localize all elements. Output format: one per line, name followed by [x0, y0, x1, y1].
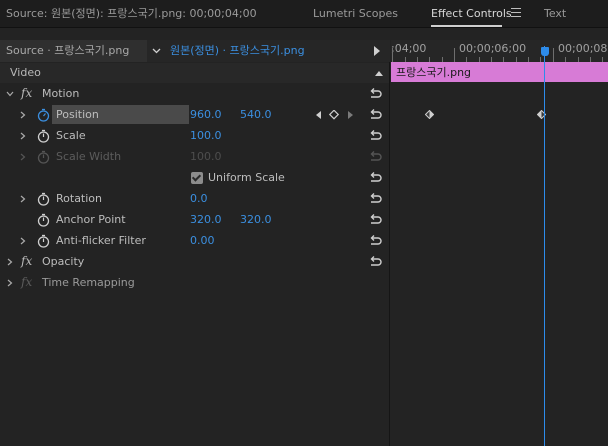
panel-tab-bar: Source: 원본(정면): 프랑스국기.png: 00;00;04;00 L…: [0, 0, 608, 28]
rotation-value[interactable]: 0.0: [190, 192, 208, 205]
active-tab-underline: [431, 25, 502, 27]
ruler-tick: [454, 48, 455, 62]
reset-icon[interactable]: [368, 171, 383, 184]
effect-row-time-remapping[interactable]: fx Time Remapping: [0, 273, 389, 294]
chevron-right-icon[interactable]: [18, 131, 28, 141]
property-label-anchor-point: Anchor Point: [56, 213, 126, 226]
effect-name-opacity: Opacity: [42, 255, 85, 268]
property-row-anchor-point: Anchor Point 320.0 320.0: [0, 210, 389, 231]
clip-bar-label: 프랑스국기.png: [396, 66, 472, 79]
tab-text[interactable]: Text: [544, 0, 566, 28]
chevron-right-icon[interactable]: [18, 236, 28, 246]
property-label-position: Position: [56, 108, 99, 121]
fx-icon: fx: [21, 275, 33, 289]
tab-effect-controls[interactable]: Effect Controls: [431, 0, 512, 28]
stopwatch-icon[interactable]: [37, 192, 50, 206]
scale-value[interactable]: 100.0: [190, 129, 222, 142]
timecode-label: 00;00;06;00: [459, 42, 527, 55]
effect-controls-timeline[interactable]: ;04;00 00;00;06;00 00;00;08; 프랑스국기.png: [391, 28, 608, 446]
reset-icon[interactable]: [368, 108, 383, 121]
effect-name-time-remapping: Time Remapping: [42, 276, 135, 289]
reset-icon[interactable]: [368, 234, 383, 247]
chevron-down-icon[interactable]: [152, 46, 161, 55]
stopwatch-icon[interactable]: [37, 213, 50, 227]
property-row-scale: Scale 100.0: [0, 126, 389, 147]
clip-header-row: Source · 프랑스국기.png 원본(정면) · 프랑스국기.png: [0, 40, 390, 62]
keyframe-icon[interactable]: [425, 110, 434, 119]
reset-icon[interactable]: [368, 192, 383, 205]
time-ruler[interactable]: ;04;00 00;00;06;00 00;00;08;: [391, 40, 608, 62]
reset-icon[interactable]: [368, 87, 383, 100]
effect-row-opacity[interactable]: fx Opacity: [0, 252, 389, 273]
effect-name-motion: Motion: [42, 87, 80, 100]
panel-menu-icon[interactable]: [511, 8, 521, 18]
chevron-right-icon[interactable]: [5, 278, 15, 288]
chevron-right-icon[interactable]: [18, 110, 28, 120]
next-keyframe-icon: [348, 111, 353, 119]
chevron-right-icon: [20, 153, 26, 161]
video-section-header: Video: [0, 63, 389, 83]
property-row-uniform-scale: Uniform Scale: [0, 168, 389, 189]
stopwatch-active-icon[interactable]: [37, 108, 50, 122]
property-label-scale: Scale: [56, 129, 86, 142]
add-keyframe-icon: [328, 110, 340, 120]
property-row-anti-flicker: Anti-flicker Filter 0.00: [0, 231, 389, 252]
timecode-label: ;04;00: [391, 42, 427, 55]
position-x-value[interactable]: 960.0: [190, 108, 222, 121]
previous-keyframe-icon: [316, 111, 321, 119]
anti-flicker-value[interactable]: 0.00: [190, 234, 215, 247]
property-label-scale-width: Scale Width: [56, 150, 122, 163]
timecode-label: 00;00;08;: [558, 42, 608, 55]
property-label-rotation: Rotation: [56, 192, 103, 205]
tab-lumetri-scopes[interactable]: Lumetri Scopes: [313, 0, 398, 28]
sequence-clip-label[interactable]: 원본(정면) · 프랑스국기.png: [170, 40, 305, 61]
scale-width-value: 100.0: [190, 150, 222, 163]
fx-icon[interactable]: fx: [21, 86, 32, 100]
chevron-right-icon[interactable]: [5, 257, 15, 267]
chevron-right-icon[interactable]: [18, 194, 28, 204]
scroll-up-icon[interactable]: [375, 71, 383, 76]
keyframe-navigator[interactable]: [315, 110, 357, 120]
reset-icon[interactable]: [368, 213, 383, 226]
property-row-scale-width: Scale Width 100.0: [0, 147, 389, 168]
position-y-value[interactable]: 540.0: [240, 108, 272, 121]
anchor-y-value[interactable]: 320.0: [240, 213, 272, 226]
stopwatch-icon[interactable]: [37, 129, 50, 143]
show-timeline-toggle-icon[interactable]: [374, 46, 380, 56]
tab-source[interactable]: Source: 원본(정면): 프랑스국기.png: 00;00;04;00: [6, 0, 257, 28]
stopwatch-icon: [37, 150, 50, 164]
playhead-handle[interactable]: [541, 47, 549, 56]
reset-icon[interactable]: [368, 129, 383, 142]
clip-bar[interactable]: 프랑스국기.png: [391, 62, 608, 82]
reset-icon[interactable]: [368, 255, 383, 268]
ruler-tick: [553, 48, 554, 62]
chevron-down-icon[interactable]: [5, 89, 15, 99]
stopwatch-icon[interactable]: [37, 234, 50, 248]
reset-icon: [370, 151, 382, 161]
property-row-position: Position 960.0 540.0: [0, 105, 389, 126]
uniform-scale-checkbox[interactable]: [191, 172, 203, 184]
uniform-scale-label: Uniform Scale: [208, 171, 285, 184]
property-label-anti-flicker: Anti-flicker Filter: [56, 234, 146, 247]
property-row-rotation: Rotation 0.0: [0, 189, 389, 210]
video-section-label: Video: [10, 66, 41, 79]
effect-row-motion[interactable]: fx Motion: [0, 84, 389, 105]
playhead-line[interactable]: [544, 46, 545, 446]
master-clip-label[interactable]: Source · 프랑스국기.png: [0, 40, 147, 62]
effect-properties-panel: Video fx Motion Position 960.0 540.0 Sca…: [0, 62, 390, 446]
anchor-x-value[interactable]: 320.0: [190, 213, 222, 226]
ruler-tick: [392, 48, 393, 62]
fx-icon[interactable]: fx: [21, 254, 32, 268]
